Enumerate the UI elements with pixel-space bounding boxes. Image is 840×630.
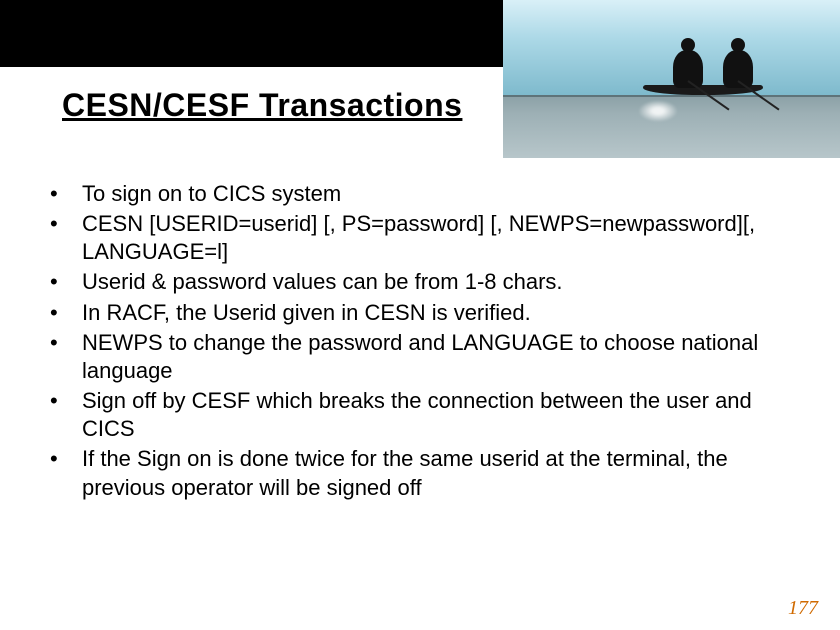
- header-title-block: CESN/CESF Transactions: [0, 67, 503, 158]
- slide-title: CESN/CESF Transactions: [62, 87, 503, 124]
- bullet-item: CESN [USERID=userid] [, PS=password] [, …: [42, 210, 798, 266]
- bullet-item: If the Sign on is done twice for the sam…: [42, 445, 798, 501]
- bullet-item: To sign on to CICS system: [42, 180, 798, 208]
- header-black-block: [0, 0, 503, 70]
- bullet-list: To sign on to CICS system CESN [USERID=u…: [42, 180, 798, 502]
- bullet-item: NEWPS to change the password and LANGUAG…: [42, 329, 798, 385]
- bullet-item: Userid & password values can be from 1-8…: [42, 268, 798, 296]
- bullet-item: In RACF, the Userid given in CESN is ver…: [42, 299, 798, 327]
- bullet-item: Sign off by CESF which breaks the connec…: [42, 387, 798, 443]
- photo-sky: [503, 0, 840, 95]
- slide-content: To sign on to CICS system CESN [USERID=u…: [42, 180, 798, 504]
- slide-header: CESN/CESF Transactions: [0, 0, 840, 158]
- header-photo: [503, 0, 840, 158]
- photo-splash: [638, 100, 678, 122]
- page-number: 177: [788, 597, 818, 620]
